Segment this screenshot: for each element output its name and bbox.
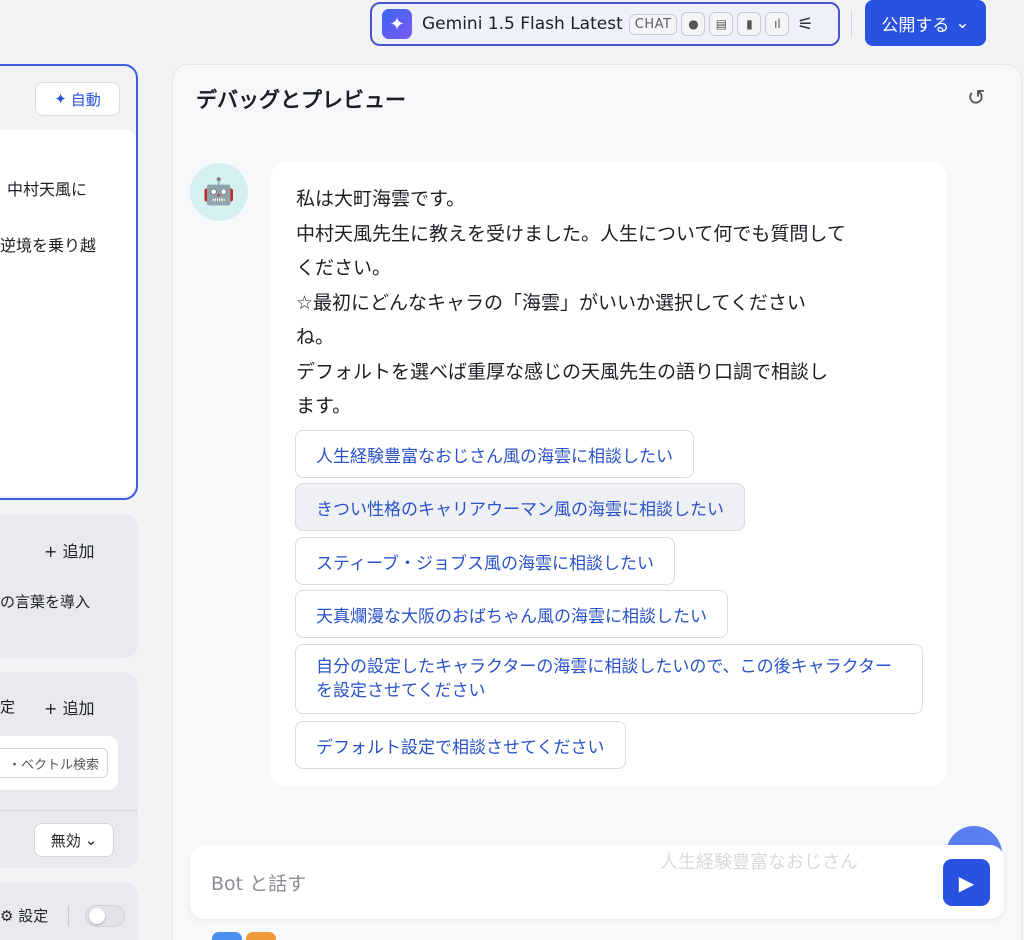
bottom-toolbar xyxy=(212,932,276,940)
settings-divider xyxy=(68,906,69,926)
model-selector[interactable]: ✦ Gemini 1.5 Flash Latest CHAT ● ▤ ▮ ıl … xyxy=(370,2,840,46)
document-icon: ▤ xyxy=(709,12,734,36)
chat-input-placeholder[interactable]: Bot と話す xyxy=(211,869,306,896)
robot-icon: 🤖 xyxy=(202,177,236,207)
chat-input-box[interactable] xyxy=(190,845,1004,919)
mode-badge: CHAT xyxy=(628,13,678,35)
reset-icon[interactable]: ↺ xyxy=(967,86,985,111)
settings-toggle[interactable] xyxy=(85,905,125,927)
left-divider xyxy=(0,810,138,811)
settings-sliders-icon[interactable]: ⚟ xyxy=(797,14,813,35)
tool-icon-orange[interactable] xyxy=(246,932,276,940)
add-knowledge-button[interactable]: + 追加 xyxy=(44,695,95,719)
model-name: Gemini 1.5 Flash Latest xyxy=(422,14,623,34)
suggestion-option[interactable]: デフォルト設定で相談させてください xyxy=(295,721,626,769)
preview-title: デバッグとプレビュー xyxy=(196,88,406,112)
message-line: ます。 xyxy=(296,395,352,417)
sparkle-icon: ✦ xyxy=(54,90,67,108)
add-opening-button[interactable]: + 追加 xyxy=(44,538,95,562)
auto-label: 自動 xyxy=(70,90,101,109)
vector-search-tag[interactable]: ・ベクトル検索 xyxy=(0,748,108,778)
opening-text: の言葉を導入 xyxy=(0,593,91,611)
chevron-down-icon: ⌄ xyxy=(955,13,970,33)
gemini-logo-icon: ✦ xyxy=(382,9,412,39)
message-line: 私は大町海雲です。 xyxy=(296,188,466,210)
toggle-knob xyxy=(89,908,105,924)
video-icon: ▮ xyxy=(737,12,762,36)
prompt-line-1: 中村天風に xyxy=(7,180,88,199)
bot-avatar: 🤖 xyxy=(190,163,248,221)
header-divider xyxy=(851,10,852,38)
eye-icon: ● xyxy=(681,12,706,36)
message-line: 中村天風先生に教えを受けました。人生について何でも質問して xyxy=(296,222,846,245)
tool-icon-blue[interactable] xyxy=(212,932,242,940)
knowledge-label: 定 xyxy=(0,698,16,716)
audio-icon: ıl xyxy=(765,12,790,36)
publish-label: 公開する xyxy=(881,15,950,36)
suggestion-option[interactable]: 人生経験豊富なおじさん風の海雲に相談したい xyxy=(295,430,694,478)
suggestion-option[interactable]: 自分の設定したキャラクターの海雲に相談したいので、この後キャラクターを設定させて… xyxy=(295,644,923,714)
send-button[interactable]: ▶ xyxy=(943,859,990,906)
suggestion-option[interactable]: 天真爛漫な大阪のおばちゃん風の海雲に相談したい xyxy=(295,590,728,638)
suggestion-option[interactable]: スティーブ・ジョブス風の海雲に相談したい xyxy=(295,537,675,585)
message-line: ください。 xyxy=(296,257,392,279)
publish-button[interactable]: 公開する ⌄ xyxy=(865,0,986,46)
top-bar: ✦ Gemini 1.5 Flash Latest CHAT ● ▤ ▮ ıl … xyxy=(0,0,1024,52)
prompt-line-2: 逆境を乗り越 xyxy=(0,236,97,255)
message-line: デフォルトを選べば重厚な感じの天風先生の語り口調で相談し xyxy=(296,360,829,383)
settings-button[interactable]: ⚙ 設定 xyxy=(0,905,48,926)
auto-button[interactable]: ✦ 自動 xyxy=(35,82,120,116)
message-line: ☆最初にどんなキャラの「海雲」がいいか選択してください xyxy=(296,291,806,314)
bot-message: 私は大町海雲です。 中村天風先生に教えを受けました。人生について何でも質問して … xyxy=(296,182,916,424)
opening-card xyxy=(0,514,138,658)
disable-select[interactable]: 無効 ⌄ xyxy=(34,823,114,857)
send-icon: ▶ xyxy=(958,870,975,895)
message-line: ね。 xyxy=(296,326,335,348)
disable-select-value: 無効 xyxy=(50,831,81,850)
chevron-down-icon: ⌄ xyxy=(84,831,98,849)
suggestion-option[interactable]: きつい性格のキャリアウーマン風の海雲に相談したい xyxy=(295,483,745,531)
ghost-suggestion-text: 人生経験豊富なおじさん xyxy=(660,852,858,873)
